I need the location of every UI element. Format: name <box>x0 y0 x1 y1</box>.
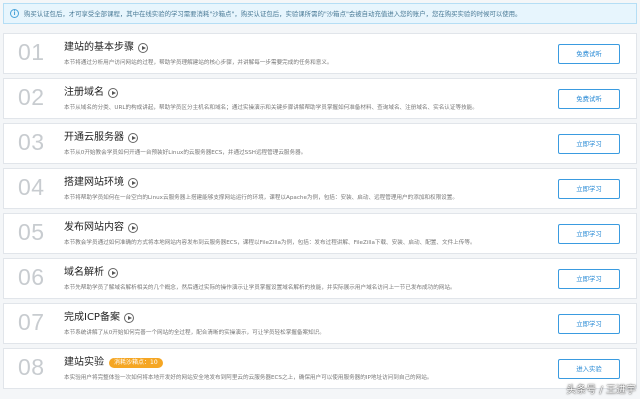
lesson-title-row: 完成ICP备案 <box>64 312 134 324</box>
play-icon[interactable] <box>128 223 138 233</box>
lesson-card: 01 建站的基本步骤本节将通过分析用户访问网站的过程，帮助学员理解建站的核心步骤，… <box>3 33 637 74</box>
lesson-action-button[interactable]: 免费试听 <box>558 44 620 64</box>
sandbox-points-badge: 消耗沙箱点：10 <box>109 358 163 368</box>
lesson-action-button[interactable]: 立即学习 <box>558 134 620 154</box>
play-icon[interactable] <box>108 268 118 278</box>
lesson-title[interactable]: 完成ICP备案 <box>64 312 120 324</box>
lesson-action-button[interactable]: 立即学习 <box>558 224 620 244</box>
lesson-description: 本节将帮助学员如何在一台空白的Linux云服务器上搭建能够支撑网站运行的环境，课… <box>64 195 458 201</box>
lesson-number: 05 <box>18 219 45 245</box>
lesson-action-button[interactable]: 立即学习 <box>558 269 620 289</box>
lesson-card: 03 开通云服务器本节从0开始教会学员如何开通一台预装好Linux的云服务器ECS… <box>3 123 637 164</box>
lesson-action-button[interactable]: 免费试听 <box>558 89 620 109</box>
lesson-title-row: 注册域名 <box>64 87 118 99</box>
lesson-card: 02 注册域名本节从域名的分类、URL的构成讲起，帮助学员区分主机名和域名；通过实… <box>3 78 637 119</box>
lesson-title-row: 建站的基本步骤 <box>64 42 148 54</box>
lesson-description: 本节系统讲解了从0开始如何完善一个网站的全过程，配合清晰的实操演示，可让学员轻松… <box>64 330 325 336</box>
lesson-number: 08 <box>18 354 45 380</box>
lesson-description: 本节先帮助学员了解域名解析相关的几个概念，然后通过实际的操作演示让学员掌握设置域… <box>64 285 456 291</box>
lesson-description: 本节教会学员通过如何准确的方式将本地网站内容发布到云服务器ECS，课程以File… <box>64 240 476 246</box>
lesson-title-row: 发布网站内容 <box>64 222 138 234</box>
lesson-title-row: 搭建网站环境 <box>64 177 138 189</box>
notice-text: 购买认证包后，才可享受全部课程，其中在线实验的学习需要消耗"沙箱点"，购买认证包… <box>24 10 522 18</box>
lesson-title[interactable]: 建站的基本步骤 <box>64 42 134 54</box>
play-icon[interactable] <box>138 43 148 53</box>
lesson-title[interactable]: 注册域名 <box>64 87 104 99</box>
lesson-description: 本节从0开始教会学员如何开通一台预装好Linux的云服务器ECS，并通过SSH远… <box>64 150 307 156</box>
lesson-description: 本实验用户将完整体验一次如何将本地开发好的网站安全地发布到阿里云的云服务器ECS… <box>64 375 433 381</box>
lesson-title[interactable]: 建站实验 <box>64 357 104 369</box>
lesson-number: 02 <box>18 84 45 110</box>
lesson-action-button[interactable]: 立即学习 <box>558 314 620 334</box>
lesson-number: 01 <box>18 39 45 65</box>
lesson-action-button[interactable]: 立即学习 <box>558 179 620 199</box>
info-icon: i <box>10 9 19 18</box>
lesson-card: 05 发布网站内容本节教会学员通过如何准确的方式将本地网站内容发布到云服务器ECS… <box>3 213 637 254</box>
lesson-title-row: 开通云服务器 <box>64 132 138 144</box>
play-icon[interactable] <box>128 133 138 143</box>
lesson-title-row: 域名解析 <box>64 267 118 279</box>
lesson-description: 本节将通过分析用户访问网站的过程，帮助学员理解建站的核心步骤，并讲解每一步需要完… <box>64 60 333 66</box>
lesson-number: 03 <box>18 129 45 155</box>
lesson-number: 06 <box>18 264 45 290</box>
lesson-number: 07 <box>18 309 45 335</box>
watermark: 头条号 / 王进宇 <box>566 385 636 396</box>
lesson-number: 04 <box>18 174 45 200</box>
lesson-card: 08 建站实验 消耗沙箱点：10 本实验用户将完整体验一次如何将本地开发好的网站安全地… <box>3 348 637 389</box>
play-icon[interactable] <box>123 313 134 323</box>
lesson-title[interactable]: 发布网站内容 <box>64 222 124 234</box>
lesson-title-row: 建站实验 消耗沙箱点：10 <box>64 357 163 369</box>
lesson-action-button[interactable]: 进入实验 <box>558 359 620 379</box>
lesson-title[interactable]: 开通云服务器 <box>64 132 124 144</box>
lesson-title[interactable]: 搭建网站环境 <box>64 177 124 189</box>
lesson-card: 04 搭建网站环境本节将帮助学员如何在一台空白的Linux云服务器上搭建能够支撑网… <box>3 168 637 209</box>
notice-banner: i 购买认证包后，才可享受全部课程，其中在线实验的学习需要消耗"沙箱点"，购买认… <box>3 3 637 24</box>
lesson-card: 06 域名解析本节先帮助学员了解域名解析相关的几个概念，然后通过实际的操作演示让学… <box>3 258 637 299</box>
lesson-title[interactable]: 域名解析 <box>64 267 104 279</box>
play-icon[interactable] <box>128 178 138 188</box>
lesson-description: 本节从域名的分类、URL的构成讲起，帮助学员区分主机名和域名；通过实操演示和关键… <box>64 105 478 111</box>
lesson-card: 07 完成ICP备案本节系统讲解了从0开始如何完善一个网站的全过程，配合清晰的实操… <box>3 303 637 344</box>
play-icon[interactable] <box>108 88 118 98</box>
